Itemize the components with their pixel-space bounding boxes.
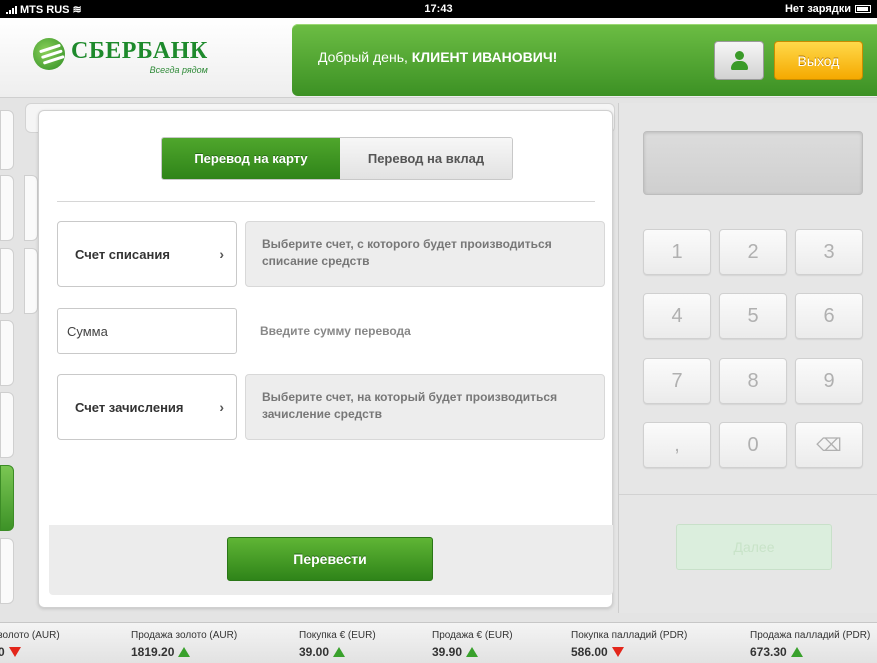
amount-input[interactable] xyxy=(57,308,237,354)
ticker-value: 673.30 xyxy=(750,645,787,659)
ticker-value: 39.90 xyxy=(432,645,463,659)
debit-account-label: Счет списания xyxy=(75,246,170,262)
key-2[interactable]: 2 xyxy=(719,229,787,275)
tab-transfer-to-deposit[interactable]: Перевод на вклад xyxy=(340,138,512,179)
brand-name: СБЕРБАНК xyxy=(71,38,208,64)
credit-account-hint: Выберите счет, на который будет производ… xyxy=(245,374,605,440)
transfer-button[interactable]: Перевести xyxy=(227,537,433,581)
stacked-card-edge xyxy=(24,248,38,314)
key-4[interactable]: 4 xyxy=(643,293,711,339)
ticker-value: 0 xyxy=(0,645,5,659)
credit-account-button[interactable]: Счет зачисления › xyxy=(57,374,237,440)
trend-up-icon xyxy=(333,647,346,657)
rates-ticker: золото (AUR) 0 Продажа золото (AUR) 1819… xyxy=(0,622,877,663)
app-header: СБЕРБАНК Всегда рядом Добрый день, КЛИЕН… xyxy=(0,18,877,98)
key-0[interactable]: 0 xyxy=(719,422,787,468)
clock: 17:43 xyxy=(424,3,453,15)
stacked-card-edge xyxy=(0,110,14,170)
ticker-item: Покупка € (EUR) 39.00 xyxy=(299,630,376,659)
key-3[interactable]: 3 xyxy=(795,229,863,275)
credit-account-label: Счет зачисления xyxy=(75,399,184,415)
ticker-item: Покупка палладий (PDR) 586.00 xyxy=(571,630,687,659)
action-bar: Перевести xyxy=(49,525,613,595)
client-name: КЛИЕНТ ИВАНОВИЧ! xyxy=(411,49,558,65)
ticker-value: 39.00 xyxy=(299,645,330,659)
stacked-card-edge xyxy=(0,248,14,314)
ticker-item: Продажа палладий (PDR) 673.30 xyxy=(750,630,870,659)
tab-transfer-to-card[interactable]: Перевод на карту xyxy=(162,138,340,179)
ticker-value: 1819.20 xyxy=(131,645,175,659)
ticker-value: 586.00 xyxy=(571,645,608,659)
key-comma[interactable]: , xyxy=(643,422,711,468)
battery-icon xyxy=(855,5,871,13)
keypad-display xyxy=(643,131,863,195)
sberbank-logo-icon xyxy=(33,38,65,70)
key-8[interactable]: 8 xyxy=(719,358,787,404)
transfer-type-tabs: Перевод на карту Перевод на вклад xyxy=(161,137,513,180)
ticker-label: Покупка палладий (PDR) xyxy=(571,630,688,641)
ticker-label: золото (AUR) xyxy=(0,630,60,641)
stacked-card-edge xyxy=(0,538,14,604)
ticker-label: Продажа золото (AUR) xyxy=(131,630,238,641)
stacked-card-edge xyxy=(24,175,38,241)
key-9[interactable]: 9 xyxy=(795,358,863,404)
trend-down-icon xyxy=(8,647,21,657)
sberbank-logo: СБЕРБАНК Всегда рядом xyxy=(33,38,208,75)
logout-button[interactable]: Выход xyxy=(774,41,863,80)
chevron-right-icon: › xyxy=(219,399,224,415)
ticker-label: Продажа € (EUR) xyxy=(432,630,513,641)
greeting-prefix: Добрый день, xyxy=(318,49,408,65)
transfer-panel: Перевод на карту Перевод на вклад Счет с… xyxy=(38,110,613,608)
key-5[interactable]: 5 xyxy=(719,293,787,339)
stacked-card-edge-active xyxy=(0,465,14,531)
trend-up-icon xyxy=(178,647,191,657)
ticker-item: золото (AUR) 0 xyxy=(0,630,60,659)
ticker-label: Продажа палладий (PDR) xyxy=(750,630,871,641)
debit-account-hint: Выберите счет, с которого будет производ… xyxy=(245,221,605,287)
charging-status: Нет зарядки xyxy=(784,3,851,15)
keypad-divider xyxy=(619,494,877,495)
greeting-bar: Добрый день, КЛИЕНТ ИВАНОВИЧ! Выход xyxy=(292,24,877,96)
backspace-icon[interactable]: ⌫ xyxy=(795,422,863,468)
key-1[interactable]: 1 xyxy=(643,229,711,275)
stacked-card-edge xyxy=(0,392,14,458)
ticker-item: Продажа золото (AUR) 1819.20 xyxy=(131,630,237,659)
ticker-item: Продажа € (EUR) 39.90 xyxy=(432,630,513,659)
next-button[interactable]: Далее xyxy=(676,524,832,570)
divider xyxy=(57,201,595,202)
key-6[interactable]: 6 xyxy=(795,293,863,339)
brand-slogan: Всегда рядом xyxy=(149,65,208,75)
chevron-right-icon: › xyxy=(219,246,224,262)
trend-up-icon xyxy=(466,647,479,657)
user-icon xyxy=(730,50,748,71)
stacked-card-edge xyxy=(0,320,14,386)
keypad-panel: 1 2 3 4 5 6 7 8 9 , 0 ⌫ Далее xyxy=(618,103,877,613)
ticker-label: Покупка € (EUR) xyxy=(299,630,376,641)
status-bar: MTS RUS ≋ 17:43 Нет зарядки xyxy=(0,0,877,18)
trend-down-icon xyxy=(611,647,624,657)
trend-up-icon xyxy=(790,647,803,657)
debit-account-button[interactable]: Счет списания › xyxy=(57,221,237,287)
key-7[interactable]: 7 xyxy=(643,358,711,404)
greeting: Добрый день, КЛИЕНТ ИВАНОВИЧ! xyxy=(318,49,557,65)
stacked-card-edge xyxy=(0,175,14,241)
profile-button[interactable] xyxy=(714,41,764,80)
amount-hint: Введите сумму перевода xyxy=(260,324,411,338)
